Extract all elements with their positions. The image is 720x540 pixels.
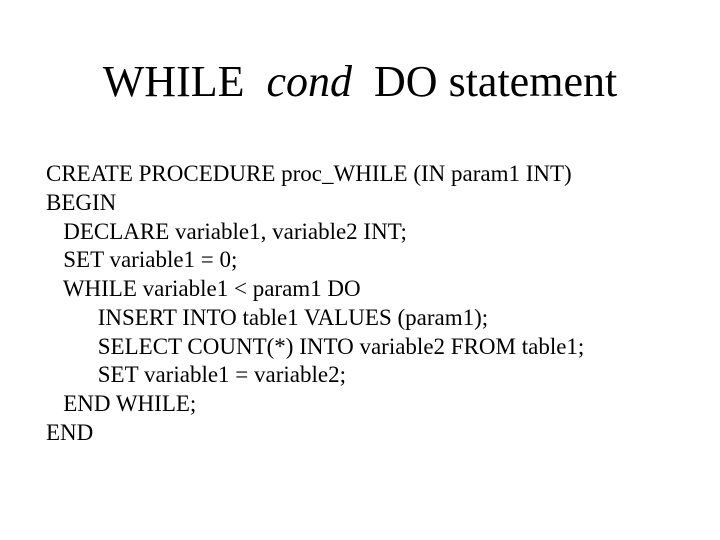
code-line: INSERT INTO table1 VALUES (param1); (46, 305, 488, 330)
code-block: CREATE PROCEDURE proc_WHILE (IN param1 I… (46, 160, 584, 448)
code-line: SELECT COUNT(*) INTO variable2 FROM tabl… (46, 334, 584, 359)
code-line: SET variable1 = variable2; (46, 362, 346, 387)
title-while: WHILE (103, 57, 245, 106)
slide-title: WHILE cond DO statement (0, 56, 720, 107)
code-line: END (46, 420, 93, 445)
code-line: CREATE PROCEDURE proc_WHILE (IN param1 I… (46, 161, 572, 186)
code-line: SET variable1 = 0; (46, 247, 237, 272)
code-line: DECLARE variable1, variable2 INT; (46, 219, 407, 244)
title-do-statement: DO statement (374, 57, 617, 106)
slide: WHILE cond DO statement CREATE PROCEDURE… (0, 0, 720, 540)
code-line: END WHILE; (46, 391, 196, 416)
code-line: BEGIN (46, 190, 116, 215)
title-cond: cond (267, 57, 353, 106)
code-line: WHILE variable1 < param1 DO (46, 276, 361, 301)
